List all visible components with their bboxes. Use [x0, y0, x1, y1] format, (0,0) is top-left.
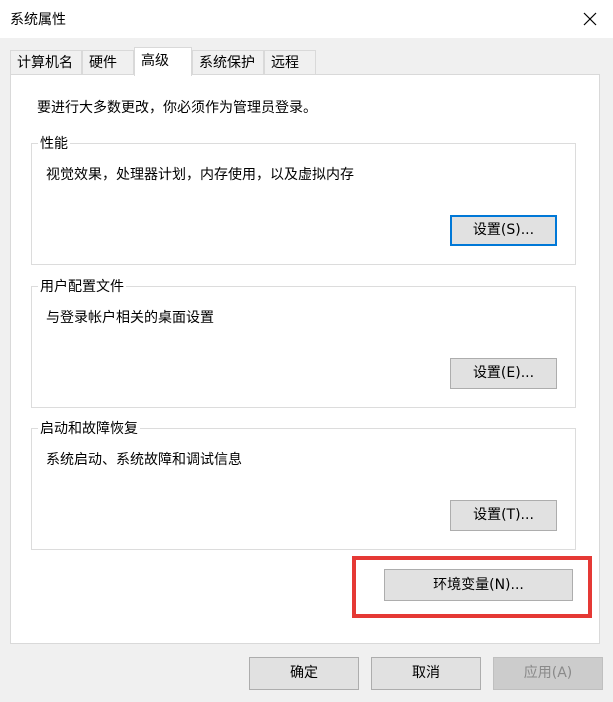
- tab-remote[interactable]: 远程: [264, 50, 316, 74]
- ok-button[interactable]: 确定: [249, 657, 359, 690]
- tab-hardware[interactable]: 硬件: [82, 50, 134, 74]
- startup-recovery-description: 系统启动、系统故障和调试信息: [46, 452, 242, 468]
- performance-group: 性能 视觉效果，处理器计划，内存使用，以及虚拟内存 设置(S)...: [31, 133, 576, 265]
- cancel-button[interactable]: 取消: [371, 657, 481, 690]
- startup-recovery-title: 启动和故障恢复: [38, 418, 140, 438]
- window-title: 系统属性: [10, 12, 66, 28]
- tab-advanced[interactable]: 高级: [134, 47, 192, 76]
- environment-variables-button[interactable]: 环境变量(N)...: [384, 569, 573, 601]
- startup-recovery-settings-button[interactable]: 设置(T)...: [450, 500, 557, 531]
- user-profiles-description: 与登录帐户相关的桌面设置: [46, 310, 214, 326]
- advanced-panel: 要进行大多数更改，你必须作为管理员登录。 性能 视觉效果，处理器计划，内存使用，…: [10, 74, 600, 644]
- performance-description: 视觉效果，处理器计划，内存使用，以及虚拟内存: [46, 167, 354, 183]
- user-profiles-group: 用户配置文件 与登录帐户相关的桌面设置 设置(E)...: [31, 276, 576, 408]
- performance-settings-button[interactable]: 设置(S)...: [450, 215, 557, 246]
- admin-note: 要进行大多数更改，你必须作为管理员登录。: [37, 100, 317, 116]
- performance-title: 性能: [38, 133, 70, 153]
- title-bar: 系统属性: [0, 0, 613, 38]
- tab-system-protection[interactable]: 系统保护: [192, 50, 264, 74]
- user-profiles-title: 用户配置文件: [38, 276, 126, 296]
- tab-computer-name[interactable]: 计算机名: [10, 50, 82, 74]
- close-button[interactable]: [567, 0, 613, 38]
- apply-button[interactable]: 应用(A): [493, 657, 603, 690]
- user-profiles-settings-button[interactable]: 设置(E)...: [450, 358, 557, 389]
- startup-recovery-group: 启动和故障恢复 系统启动、系统故障和调试信息 设置(T)...: [31, 418, 576, 550]
- close-icon: [583, 12, 597, 26]
- system-properties-window: 系统属性 计算机名 硬件 高级 系统保护 远程 要进行大多数更改，你必须作为管理…: [0, 0, 613, 702]
